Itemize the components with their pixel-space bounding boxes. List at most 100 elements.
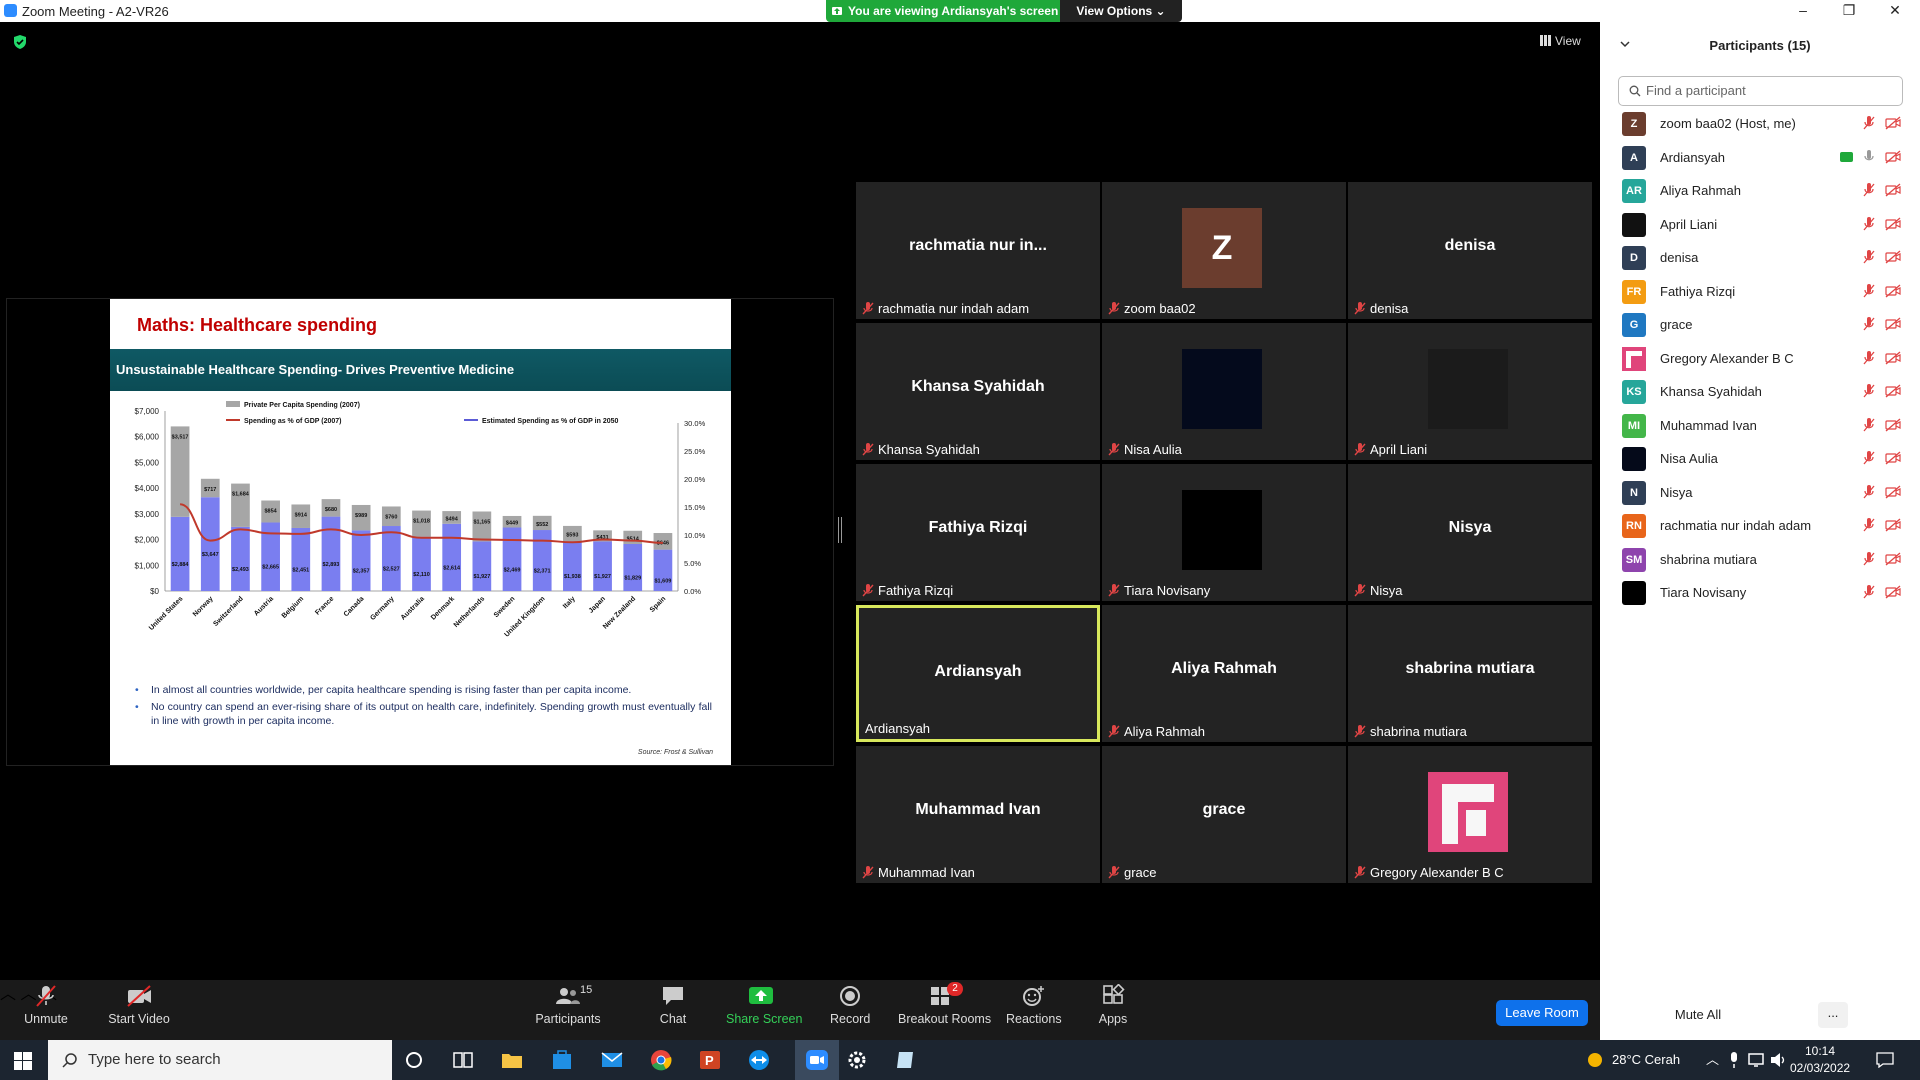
- view-options-button[interactable]: View Options ⌄: [1060, 0, 1182, 22]
- video-tile[interactable]: April Liani: [1348, 323, 1592, 460]
- video-tile[interactable]: denisa denisa: [1348, 182, 1592, 319]
- store-icon[interactable]: [550, 1048, 574, 1072]
- video-off-icon[interactable]: [1885, 451, 1901, 465]
- video-tile[interactable]: Ardiansyah Ardiansyah: [856, 605, 1100, 742]
- participants-button[interactable]: 15 Participants: [534, 984, 602, 1026]
- bar-public-label: $2,614: [443, 565, 461, 571]
- more-options-button[interactable]: ...: [1818, 1002, 1848, 1028]
- minimize-button[interactable]: –: [1780, 0, 1826, 22]
- video-off-icon[interactable]: [1885, 183, 1901, 197]
- breakout-rooms-button[interactable]: 2 Breakout Rooms: [898, 982, 991, 1026]
- weather-text[interactable]: 28°C Cerah: [1612, 1040, 1680, 1080]
- mic-muted-icon[interactable]: [1862, 451, 1876, 465]
- mic-muted-icon[interactable]: [1862, 116, 1876, 130]
- restore-button[interactable]: ❐: [1826, 0, 1872, 22]
- teamviewer-icon[interactable]: [747, 1048, 771, 1072]
- mic-muted-icon[interactable]: [1862, 551, 1876, 566]
- video-off-icon[interactable]: [1885, 585, 1901, 599]
- chat-button[interactable]: Chat: [658, 984, 688, 1026]
- video-off-icon[interactable]: [1885, 150, 1901, 164]
- unmute-button[interactable]: Unmute: [22, 984, 70, 1026]
- mail-icon[interactable]: [600, 1048, 624, 1072]
- video-tile[interactable]: Tiara Novisany: [1102, 464, 1346, 601]
- video-tile[interactable]: Aliya Rahmah Aliya Rahmah: [1102, 605, 1346, 742]
- video-off-icon[interactable]: [1885, 351, 1901, 365]
- video-tile[interactable]: Nisa Aulia: [1102, 323, 1346, 460]
- tile-display-name: shabrina mutiara: [1405, 660, 1535, 677]
- participant-row[interactable]: Tiara Novisany: [1600, 571, 1920, 612]
- video-tile[interactable]: Fathiya Rizqi Fathiya Rizqi: [856, 464, 1100, 601]
- start-video-button[interactable]: Start Video: [108, 984, 170, 1026]
- settings-icon[interactable]: [845, 1048, 869, 1072]
- video-off-icon[interactable]: [1885, 552, 1901, 566]
- close-button[interactable]: ✕: [1872, 0, 1918, 22]
- bar-private-label: $680: [325, 507, 337, 513]
- windows-start-icon[interactable]: [14, 1052, 32, 1070]
- mic-icon[interactable]: [1862, 149, 1876, 164]
- video-off-icon[interactable]: [1885, 116, 1901, 130]
- tray-chevron-icon[interactable]: ︿: [1706, 1040, 1719, 1080]
- chrome-icon[interactable]: [649, 1048, 673, 1072]
- view-layout-button[interactable]: View: [1540, 34, 1581, 48]
- mic-muted-icon[interactable]: [1862, 384, 1876, 398]
- share-screen-button[interactable]: Share Screen: [726, 984, 802, 1026]
- mic-muted-icon[interactable]: [1862, 350, 1876, 365]
- zoom-taskbar-button[interactable]: [795, 1040, 839, 1080]
- x-category-label: Italy: [562, 595, 577, 610]
- x-category-label: Austria: [253, 595, 275, 617]
- cortana-icon[interactable]: [402, 1048, 426, 1072]
- file-explorer-icon[interactable]: [500, 1048, 524, 1072]
- apps-button[interactable]: Apps: [1097, 983, 1129, 1026]
- bar-public: [321, 516, 341, 591]
- leave-room-button[interactable]: Leave Room: [1496, 1000, 1588, 1026]
- x-category-label: Spain: [649, 595, 667, 613]
- mic-muted-icon[interactable]: [1862, 317, 1876, 331]
- taskbar-clock[interactable]: 10:14 02/03/2022: [1790, 1043, 1850, 1077]
- participant-avatar: RN: [1622, 514, 1646, 538]
- video-off-icon[interactable]: [1885, 217, 1901, 231]
- notifications-icon[interactable]: [1876, 1052, 1894, 1068]
- mute-all-button[interactable]: Mute All: [1654, 1002, 1742, 1028]
- mic-muted-icon[interactable]: [1862, 216, 1876, 231]
- mic-muted-icon[interactable]: [1862, 250, 1876, 264]
- mic-muted-icon[interactable]: [1862, 484, 1876, 499]
- video-tile[interactable]: Gregory Alexander B C: [1348, 746, 1592, 883]
- taskbar-search-input[interactable]: Type here to search: [48, 1040, 392, 1080]
- mic-muted-icon[interactable]: [1862, 183, 1876, 197]
- video-off-icon[interactable]: [1885, 284, 1901, 298]
- powerpoint-icon[interactable]: P: [698, 1048, 722, 1072]
- network-icon[interactable]: [1748, 1052, 1766, 1068]
- video-off-icon[interactable]: [1885, 485, 1901, 499]
- video-off-icon[interactable]: [1885, 384, 1901, 398]
- bar-public: [593, 541, 612, 591]
- participant-name: zoom baa02 (Host, me): [1660, 116, 1796, 131]
- audio-options-caret[interactable]: ︿: [0, 986, 16, 1003]
- mic-muted-icon[interactable]: [1862, 585, 1876, 599]
- video-off-icon[interactable]: [1885, 518, 1901, 532]
- video-off-icon[interactable]: [1885, 250, 1901, 264]
- x-category-label: United States: [148, 595, 185, 632]
- task-view-icon[interactable]: [451, 1048, 475, 1072]
- microphone-tray-icon[interactable]: [1728, 1052, 1740, 1068]
- video-tile[interactable]: Khansa Syahidah Khansa Syahidah: [856, 323, 1100, 460]
- video-tile[interactable]: shabrina mutiara shabrina mutiara: [1348, 605, 1592, 742]
- weather-sun-icon[interactable]: [1586, 1051, 1604, 1069]
- tile-avatar: [1182, 490, 1262, 570]
- mic-muted-icon[interactable]: [1862, 518, 1876, 532]
- video-tile[interactable]: Zzoom baa02: [1102, 182, 1346, 319]
- reactions-button[interactable]: Reactions: [1006, 984, 1062, 1026]
- video-tile[interactable]: Nisya Nisya: [1348, 464, 1592, 601]
- record-button[interactable]: Record: [830, 984, 870, 1026]
- video-tile[interactable]: grace grace: [1102, 746, 1346, 883]
- mic-muted-icon[interactable]: [1862, 417, 1876, 432]
- video-off-icon[interactable]: [1885, 317, 1901, 331]
- volume-icon[interactable]: [1770, 1052, 1788, 1068]
- splitter-handle[interactable]: [838, 517, 842, 543]
- encryption-shield-icon[interactable]: [12, 34, 28, 50]
- snipping-tool-icon[interactable]: [894, 1048, 918, 1072]
- video-tile[interactable]: rachmatia nur in... rachmatia nur indah a…: [856, 182, 1100, 319]
- mic-muted-icon[interactable]: [1862, 283, 1876, 298]
- video-tile[interactable]: Muhammad Ivan Muhammad Ivan: [856, 746, 1100, 883]
- bar-public-label: $2,371: [534, 569, 551, 575]
- video-off-icon[interactable]: [1885, 418, 1901, 432]
